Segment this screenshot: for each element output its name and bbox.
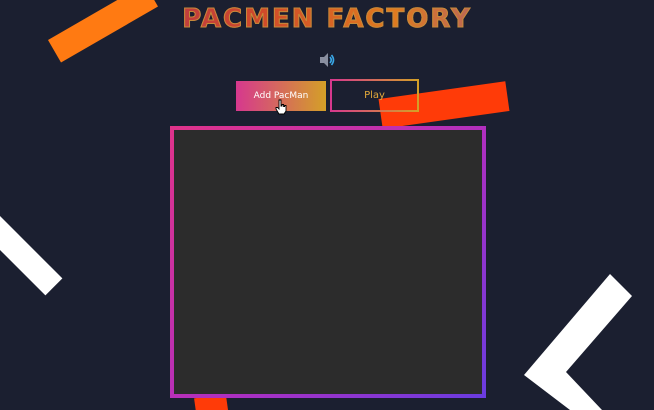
- hand-pointer-icon: [275, 99, 287, 115]
- speaker-icon[interactable]: [318, 52, 336, 68]
- game-canvas-frame: [170, 126, 486, 398]
- page-title: PACMEN FACTORY: [0, 4, 654, 35]
- game-canvas[interactable]: [174, 130, 482, 394]
- play-button[interactable]: Play: [330, 79, 419, 112]
- app-stage: PACMEN FACTORY Add PacMan Play: [0, 0, 654, 410]
